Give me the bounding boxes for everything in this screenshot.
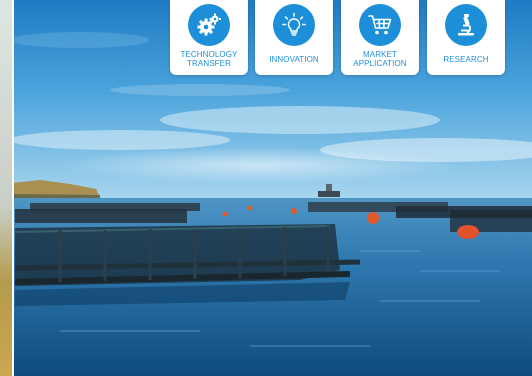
card-label: TECHNOLOGY TRANSFER	[180, 50, 238, 68]
card-label: INNOVATION	[269, 55, 319, 64]
market-application-button[interactable]: MARKET APPLICATION	[341, 0, 419, 75]
card-label: RESEARCH	[443, 55, 489, 64]
adjacent-slide-edge	[0, 0, 14, 376]
innovation-button[interactable]: INNOVATION	[255, 0, 333, 75]
lightbulb-icon	[273, 4, 315, 46]
technology-transfer-button[interactable]: TECHNOLOGY TRANSFER	[170, 0, 248, 75]
gears-icon	[188, 4, 230, 46]
microscope-icon	[445, 4, 487, 46]
shopping-cart-icon	[359, 4, 401, 46]
card-label: MARKET APPLICATION	[353, 50, 407, 68]
research-button[interactable]: RESEARCH	[427, 0, 505, 75]
